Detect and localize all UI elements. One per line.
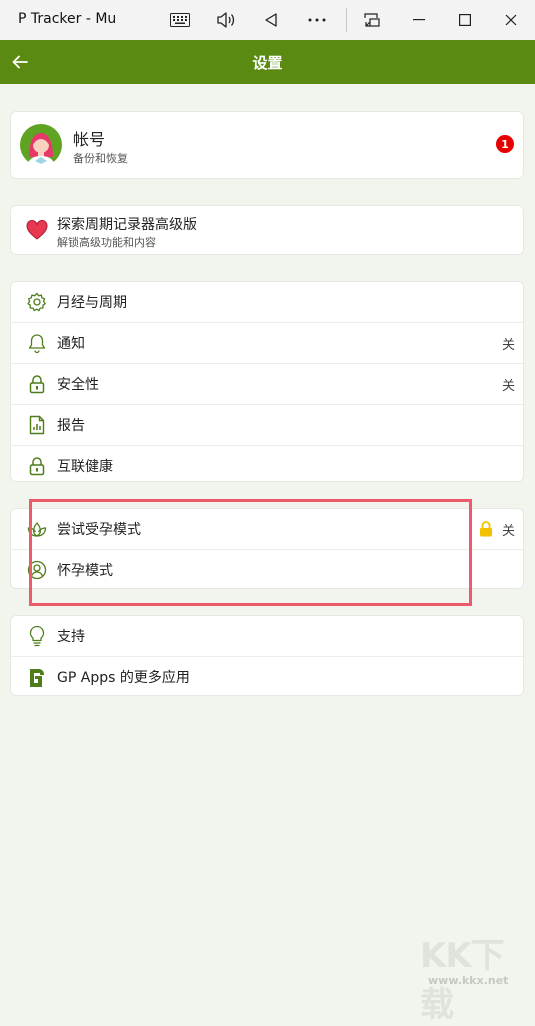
settings-group-support: 支持 GP Apps 的更多应用 [10,615,524,696]
more-icon[interactable] [302,6,332,34]
row-more-apps[interactable]: GP Apps 的更多应用 [11,657,523,697]
watermark: KK下载 www.kkx.net [420,928,535,1025]
lock-icon [26,455,48,477]
page-title: 设置 [252,54,283,72]
row-value: 关 [501,523,515,539]
keyboard-icon[interactable] [165,6,195,34]
gear-icon [26,291,48,313]
row-value: 关 [501,337,515,353]
settings-group-main: 月经与周期 通知 关 安全性 关 报告 互联健康 [10,281,524,482]
row-pregnancy-mode[interactable]: 怀孕模式 [11,550,523,590]
account-subtitle: 备份和恢复 [73,152,128,165]
avatar [19,123,63,167]
lock-icon [26,373,48,395]
heart-icon [26,219,48,240]
minimize-icon[interactable] [404,6,434,34]
row-notifications[interactable]: 通知 关 [11,323,523,364]
row-connected-health[interactable]: 互联健康 [11,446,523,486]
row-menstrual-cycle[interactable]: 月经与周期 [11,282,523,323]
row-value: 关 [501,378,515,394]
premium-subtitle: 解锁高级功能和内容 [57,236,156,249]
row-label: 通知 [57,336,85,352]
app-header: 设置 [0,40,535,84]
report-icon [26,414,48,436]
gp-apps-icon [26,666,48,688]
notification-badge: 1 [496,135,514,153]
row-try-to-conceive[interactable]: 尝试受孕模式 关 [11,509,523,550]
row-label: 报告 [57,418,85,434]
account-title: 帐号 [73,130,106,149]
row-label: 怀孕模式 [57,563,113,579]
watermark-url: www.kkx.net [428,974,509,987]
row-label: 月经与周期 [57,295,127,311]
window-titlebar: P Tracker - Mu [0,0,535,41]
compact-overlay-icon[interactable] [357,6,387,34]
premium-title: 探索周期记录器高级版 [57,217,197,233]
premium-card[interactable]: 探索周期记录器高级版 解锁高级功能和内容 [10,205,524,255]
sprout-icon [26,518,48,540]
person-circle-icon [26,559,48,581]
titlebar-divider [346,8,347,32]
row-label: 支持 [57,629,85,645]
close-icon[interactable] [496,6,526,34]
row-label: 互联健康 [57,459,113,475]
maximize-icon[interactable] [450,6,480,34]
row-label: 尝试受孕模式 [57,522,141,538]
volume-icon[interactable] [211,6,241,34]
lightbulb-icon [26,625,48,647]
row-label: 安全性 [57,377,99,393]
row-support[interactable]: 支持 [11,616,523,657]
premium-lock-icon [479,521,493,541]
bell-icon [26,332,48,354]
back-triangle-icon[interactable] [256,6,286,34]
account-card[interactable]: 帐号 备份和恢复 1 [10,111,524,179]
window-title: P Tracker - Mu [18,11,117,27]
settings-group-modes: 尝试受孕模式 关 怀孕模式 [10,508,524,589]
row-reports[interactable]: 报告 [11,405,523,446]
row-label: GP Apps 的更多应用 [57,670,190,686]
row-security[interactable]: 安全性 关 [11,364,523,405]
